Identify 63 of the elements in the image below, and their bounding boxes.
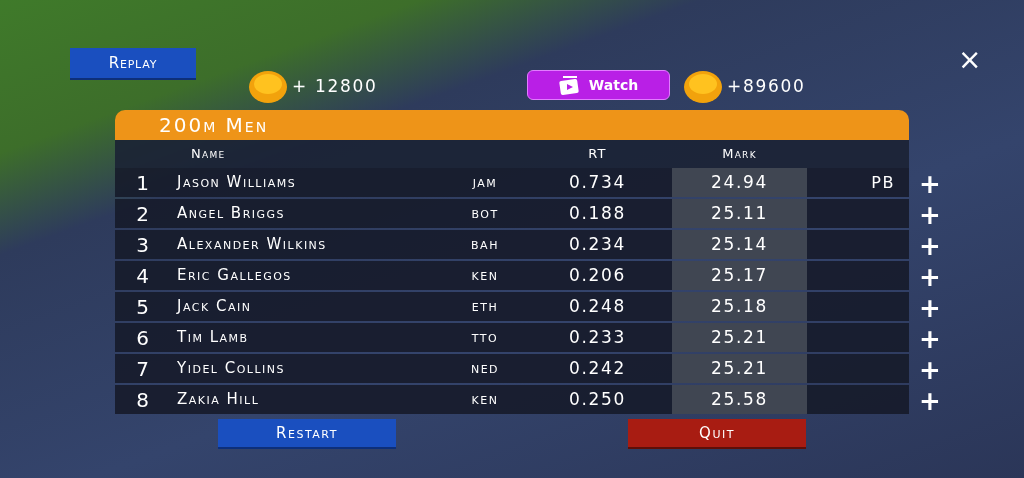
column-header: Name <box>191 146 226 162</box>
athlete-name: Eric Gallegos <box>177 265 292 287</box>
watch-button[interactable]: Watch <box>527 70 670 100</box>
rank: 5 <box>136 293 150 321</box>
coin-count: + 12800 <box>292 75 378 99</box>
table-title: 200m Men <box>159 112 269 139</box>
rank: 4 <box>136 262 150 290</box>
coin-icon <box>248 70 288 104</box>
column-header: RT <box>588 146 607 162</box>
replay-button[interactable]: Replay <box>70 48 196 80</box>
athlete-name: Zakia Hill <box>177 389 260 411</box>
add-button[interactable]: + <box>919 232 941 259</box>
add-button[interactable]: + <box>919 201 941 228</box>
athlete-name: Jack Cain <box>177 296 252 318</box>
mark-cell: 25.18 <box>672 292 807 321</box>
rank: 2 <box>136 200 150 228</box>
country-code: ken <box>471 265 499 287</box>
rank: 6 <box>136 324 150 352</box>
personal-best-label: PB <box>871 171 895 194</box>
country-code: ned <box>470 358 500 380</box>
mark-cell: 25.21 <box>672 354 807 383</box>
athlete-name: Jason Williams <box>177 172 297 194</box>
reaction-time: 0.188 <box>568 201 627 225</box>
add-button[interactable]: + <box>919 356 941 383</box>
athlete-name: Angel Briggs <box>177 203 286 225</box>
country-code: bah <box>471 234 499 256</box>
athlete-name: Alexander Wilkins <box>177 234 327 256</box>
column-header: Mark <box>722 146 757 162</box>
add-button[interactable]: + <box>919 294 941 321</box>
play-icon <box>558 75 581 95</box>
rank: 3 <box>136 231 150 259</box>
mark-cell: 25.17 <box>672 261 807 290</box>
mark-cell: 24.94 <box>672 168 807 197</box>
rank: 7 <box>136 355 150 383</box>
quit-button[interactable]: Quit <box>628 419 806 449</box>
rank: 8 <box>136 386 150 414</box>
athlete-name: Yidel Collins <box>177 358 286 380</box>
coin-count: +89600 <box>727 75 806 99</box>
coin-icon <box>683 70 723 104</box>
country-code: ken <box>471 389 499 411</box>
reaction-time: 0.206 <box>568 263 627 287</box>
add-button[interactable]: + <box>919 387 941 414</box>
mark-cell: 25.58 <box>672 385 807 414</box>
reaction-time: 0.233 <box>568 325 627 349</box>
restart-button[interactable]: Restart <box>218 419 396 449</box>
rank: 1 <box>136 169 150 197</box>
add-button[interactable]: + <box>919 325 941 352</box>
reaction-time: 0.248 <box>568 294 627 318</box>
reaction-time: 0.734 <box>568 170 627 194</box>
reaction-time: 0.250 <box>568 387 627 411</box>
mark-cell: 25.14 <box>672 230 807 259</box>
add-button[interactable]: + <box>919 263 941 290</box>
country-code: bot <box>471 203 499 225</box>
mark-cell: 25.11 <box>672 199 807 228</box>
athlete-name: Tim Lamb <box>177 327 249 349</box>
close-button[interactable]: × <box>958 48 978 72</box>
add-button[interactable]: + <box>919 170 941 197</box>
reaction-time: 0.234 <box>568 232 627 256</box>
reaction-time: 0.242 <box>568 356 627 380</box>
country-code: eth <box>471 296 499 318</box>
mark-cell: 25.21 <box>672 323 807 352</box>
country-code: tto <box>471 327 499 349</box>
country-code: jam <box>472 172 498 194</box>
